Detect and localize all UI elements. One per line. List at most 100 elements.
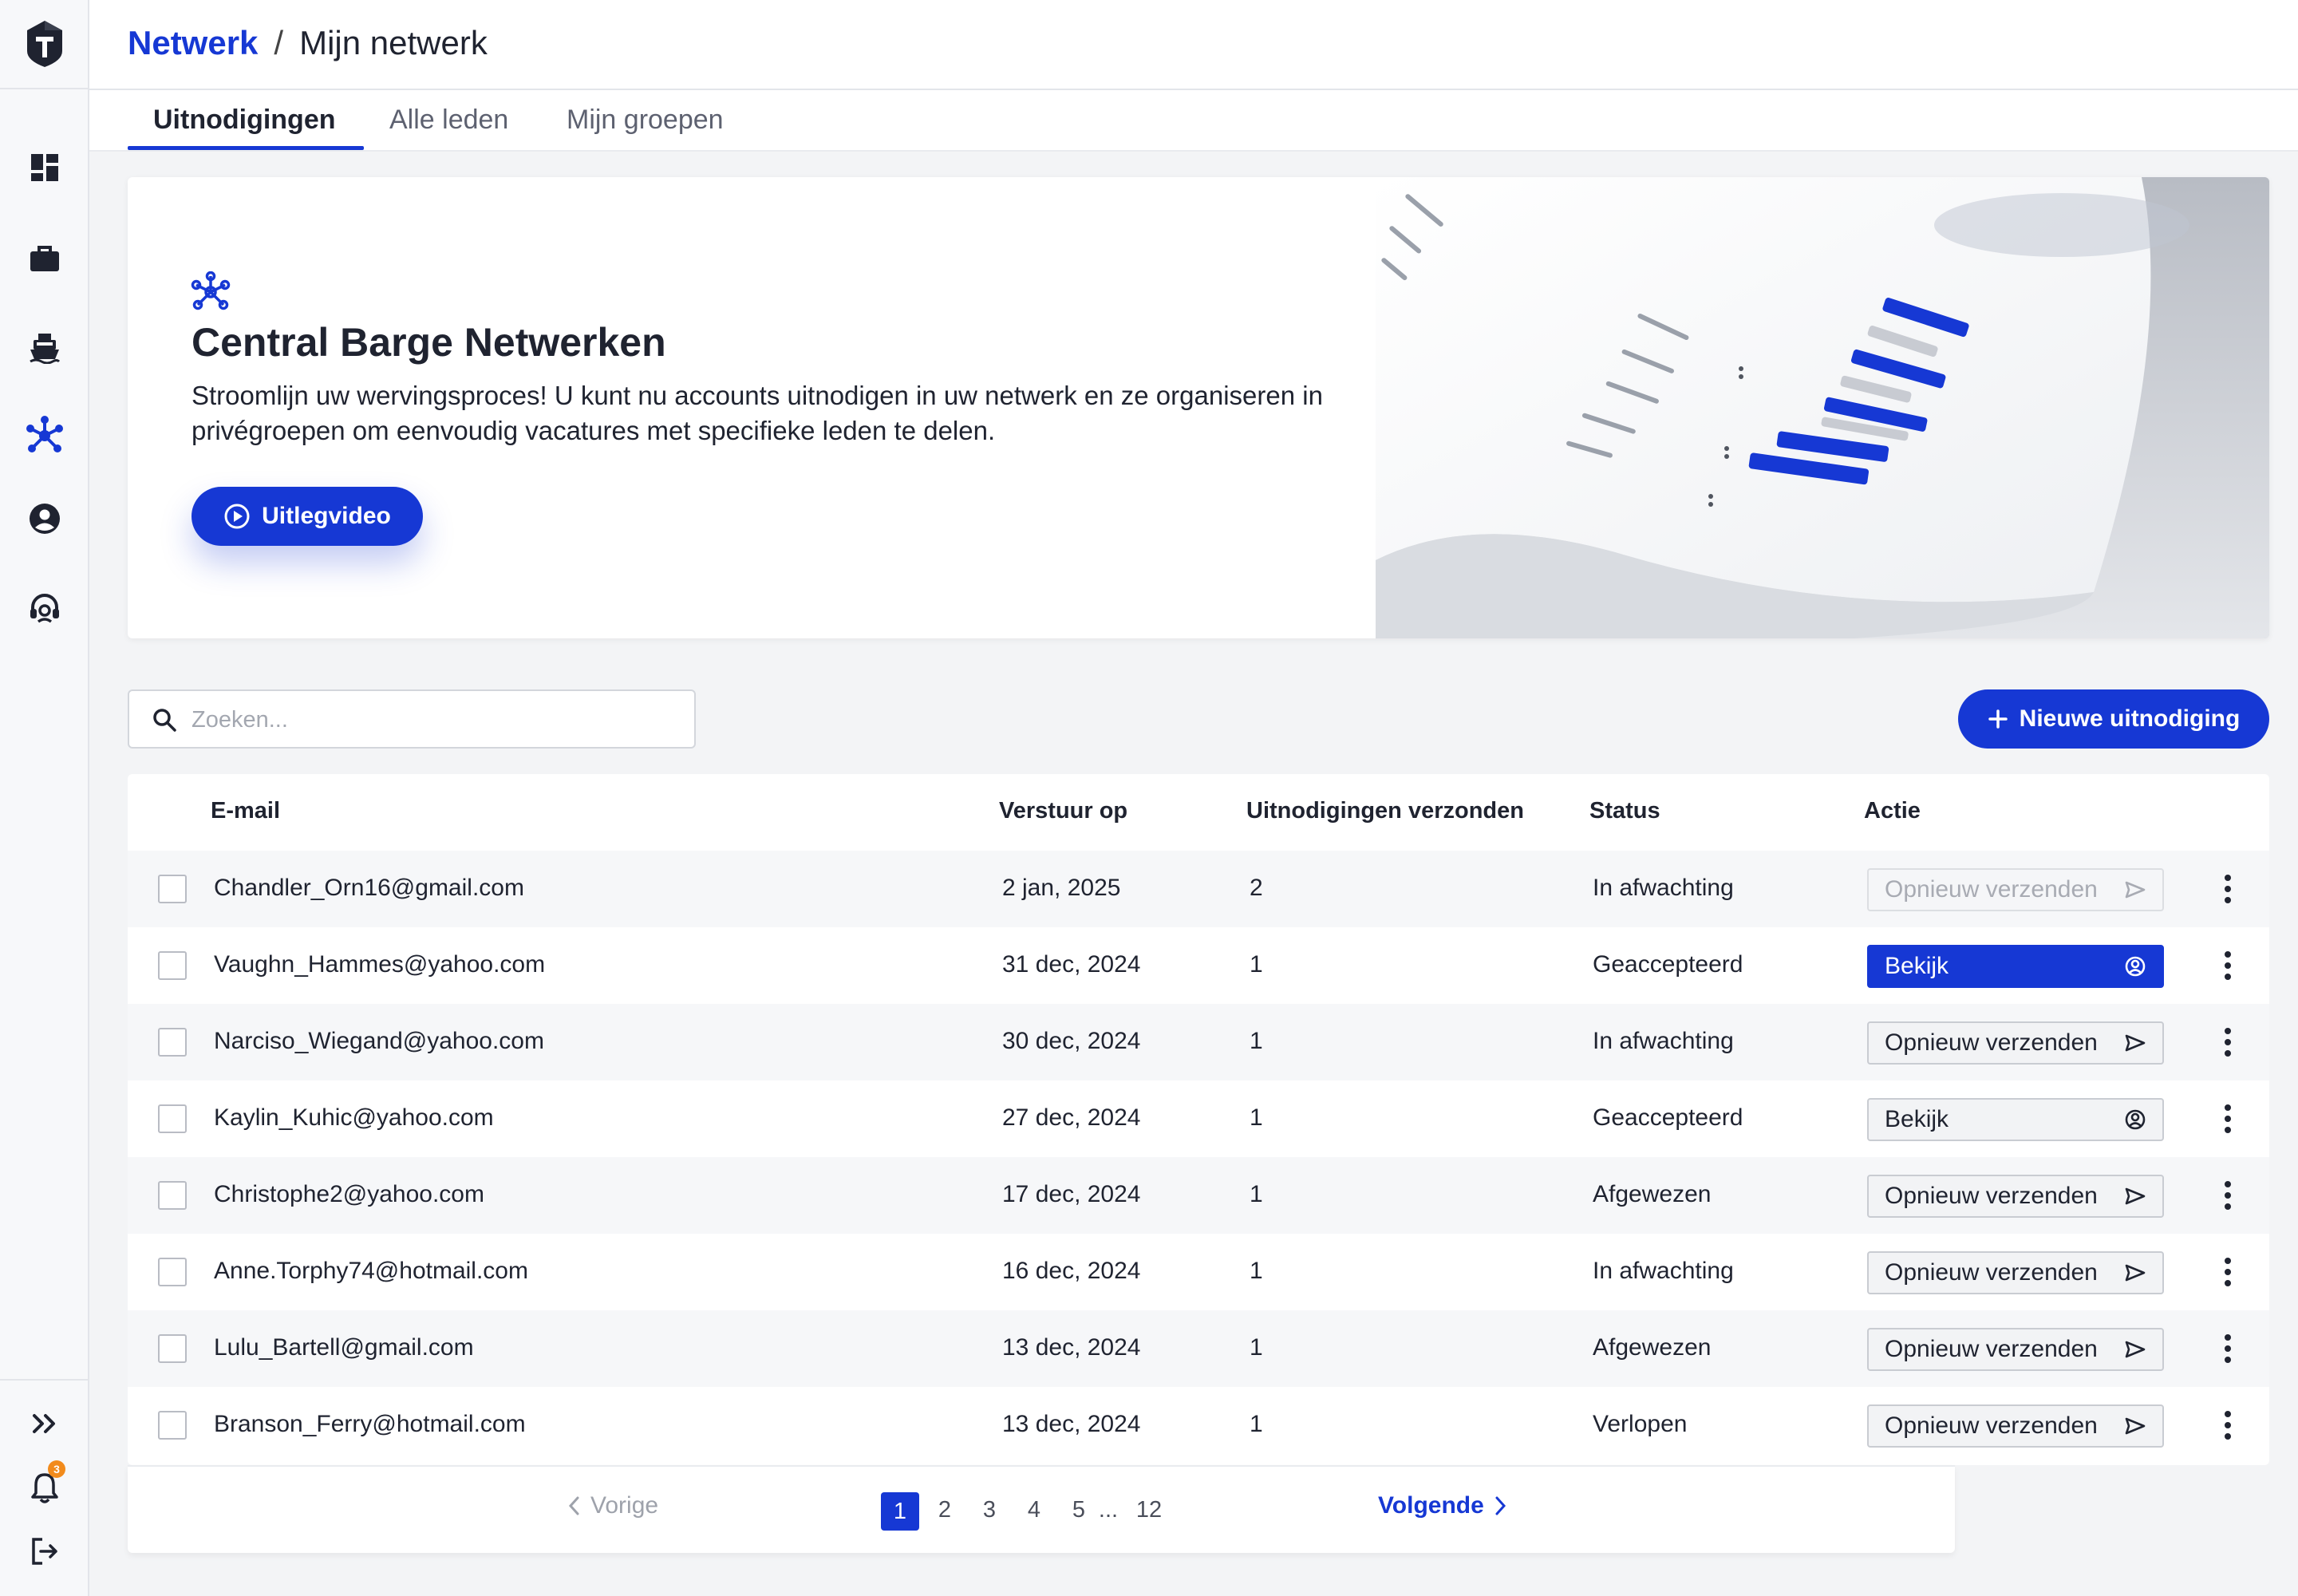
search-icon [152, 707, 177, 733]
search-input[interactable] [192, 701, 670, 739]
page-number-button[interactable]: 4 [1015, 1491, 1053, 1529]
send-icon [2125, 1187, 2146, 1205]
network-icon[interactable] [22, 413, 67, 458]
tab-mijn-groepen[interactable]: Mijn groepen [567, 105, 724, 136]
more-vertical-icon [2225, 1411, 2231, 1440]
email-cell: Branson_Ferry@hotmail.com [214, 1411, 526, 1437]
dashboard-icon[interactable] [22, 145, 67, 190]
breadcrumb-separator: / [274, 24, 284, 61]
hero-illustration [1376, 177, 2269, 638]
view-button[interactable]: Bekijk [1867, 945, 2164, 988]
pagination: Vorige 1 2 3 4 5... 12 Volgende [128, 1465, 1955, 1553]
briefcase-icon[interactable] [22, 236, 67, 281]
row-checkbox[interactable] [158, 1028, 187, 1057]
sent-on-cell: 13 dec, 2024 [1002, 1411, 1141, 1437]
email-cell: Kaylin_Kuhic@yahoo.com [214, 1104, 494, 1131]
column-header-action: Actie [1864, 798, 1921, 824]
row-checkbox[interactable] [158, 1258, 187, 1286]
new-invitation-button[interactable]: Nieuwe uitnodiging [1958, 689, 2269, 749]
invitations-sent-cell: 1 [1250, 1104, 1263, 1131]
status-cell: Geaccepteerd [1593, 1104, 1743, 1131]
logout-icon[interactable] [22, 1529, 67, 1574]
resend-button[interactable]: Opnieuw verzenden [1867, 1251, 2164, 1294]
tab-alle-leden[interactable]: Alle leden [389, 105, 508, 136]
row-menu-button[interactable] [2212, 1101, 2244, 1136]
next-page-button[interactable]: Volgende [1378, 1492, 1508, 1519]
row-checkbox[interactable] [158, 875, 187, 903]
logo-icon [27, 21, 62, 67]
resend-button[interactable]: Opnieuw verzenden [1867, 1404, 2164, 1448]
column-header-email[interactable]: E-mail [211, 798, 280, 824]
row-menu-button[interactable] [2212, 1025, 2244, 1060]
row-checkbox[interactable] [158, 1334, 187, 1363]
user-circle-icon [2125, 956, 2146, 977]
row-menu-button[interactable] [2212, 1408, 2244, 1443]
play-circle-icon [224, 504, 250, 529]
invitations-sent-cell: 1 [1250, 1334, 1263, 1361]
more-vertical-icon [2225, 1104, 2231, 1133]
support-icon[interactable] [22, 586, 67, 630]
column-header-status[interactable]: Status [1589, 798, 1660, 824]
account-icon[interactable] [22, 496, 67, 541]
new-invitation-label: Nieuwe uitnodiging [2019, 705, 2241, 732]
user-circle-icon [2125, 1109, 2146, 1130]
sent-on-cell: 2 jan, 2025 [1002, 875, 1121, 901]
chevron-left-icon [568, 1496, 579, 1515]
column-header-sent-on[interactable]: Verstuur op [999, 798, 1127, 824]
email-cell: Lulu_Bartell@gmail.com [214, 1334, 474, 1361]
invitations-table: E-mail Verstuur op Uitnodigingen verzond… [128, 774, 2269, 1465]
row-checkbox[interactable] [158, 1181, 187, 1210]
page-number-button[interactable]: 3 [970, 1491, 1009, 1529]
row-menu-button[interactable] [2212, 1178, 2244, 1213]
action-label: Bekijk [1885, 1106, 1949, 1132]
invitations-sent-cell: 1 [1250, 1181, 1263, 1207]
row-menu-button[interactable] [2212, 1254, 2244, 1290]
row-menu-button[interactable] [2212, 871, 2244, 907]
sent-on-cell: 30 dec, 2024 [1002, 1028, 1141, 1054]
more-vertical-icon [2225, 1334, 2231, 1363]
view-button[interactable]: Bekijk [1867, 1098, 2164, 1141]
invitations-sent-cell: 1 [1250, 951, 1263, 978]
sent-on-cell: 17 dec, 2024 [1002, 1181, 1141, 1207]
sidebar: 3 [0, 0, 89, 1596]
notifications-bell-icon[interactable]: 3 [22, 1460, 67, 1510]
expand-sidebar-icon[interactable] [22, 1401, 67, 1446]
tab-bar: Uitnodigingen Alle leden Mijn groepen [89, 90, 2298, 152]
row-checkbox[interactable] [158, 1104, 187, 1133]
table-row: Vaughn_Hammes@yahoo.com 31 dec, 2024 1 Geac… [128, 927, 2269, 1004]
status-cell: Geaccepteerd [1593, 951, 1743, 978]
status-cell: In afwachting [1593, 1028, 1734, 1054]
previous-page-button[interactable]: Vorige [567, 1492, 658, 1519]
plus-icon [1988, 709, 2008, 729]
explainer-video-label: Uitlegvideo [262, 503, 391, 529]
status-cell: Afgewezen [1593, 1334, 1712, 1361]
app-logo[interactable] [0, 0, 89, 89]
breadcrumb-root[interactable]: Netwerk [128, 24, 258, 62]
resend-button[interactable]: Opnieuw verzenden [1867, 868, 2164, 911]
more-vertical-icon [2225, 1028, 2231, 1057]
page-number-button[interactable]: 2 [926, 1491, 964, 1529]
network-icon [190, 271, 231, 313]
resend-button[interactable]: Opnieuw verzenden [1867, 1021, 2164, 1065]
notification-count-badge: 3 [48, 1460, 65, 1478]
row-menu-button[interactable] [2212, 948, 2244, 983]
column-header-invitations-sent[interactable]: Uitnodigingen verzonden [1246, 798, 1524, 824]
page-number-button[interactable]: 12 [1130, 1491, 1168, 1529]
row-checkbox[interactable] [158, 951, 187, 980]
ship-icon[interactable] [22, 326, 67, 370]
sent-on-cell: 16 dec, 2024 [1002, 1258, 1141, 1284]
send-icon [2125, 1034, 2146, 1052]
page-number-button[interactable]: 1 [881, 1492, 919, 1531]
invitations-sent-cell: 1 [1250, 1028, 1263, 1054]
send-icon [2125, 1341, 2146, 1358]
tab-uitnodigingen[interactable]: Uitnodigingen [153, 105, 336, 136]
row-menu-button[interactable] [2212, 1331, 2244, 1366]
resend-button[interactable]: Opnieuw verzenden [1867, 1328, 2164, 1371]
table-row: Lulu_Bartell@gmail.com 13 dec, 2024 1 Afgew… [128, 1310, 2269, 1387]
send-icon [2125, 881, 2146, 899]
resend-button[interactable]: Opnieuw verzenden [1867, 1175, 2164, 1218]
more-vertical-icon [2225, 1258, 2231, 1286]
row-checkbox[interactable] [158, 1411, 187, 1440]
explainer-video-button[interactable]: Uitlegvideo [192, 487, 423, 546]
page-number-button[interactable]: 5 [1060, 1491, 1098, 1529]
